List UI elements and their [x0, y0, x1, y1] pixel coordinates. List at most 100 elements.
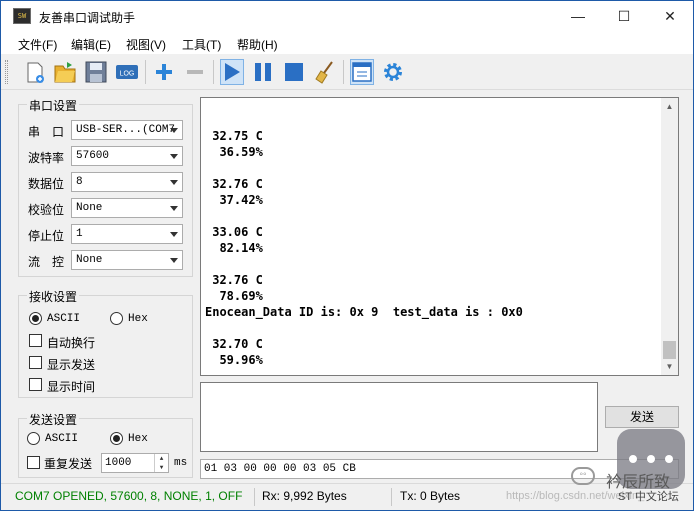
- port-label: 串 口: [28, 125, 65, 139]
- menu-help[interactable]: 帮助(H): [237, 36, 278, 53]
- scroll-down-icon[interactable]: ▼: [661, 358, 678, 375]
- show-time-label: 显示时间: [47, 380, 96, 394]
- pause-icon[interactable]: [251, 59, 275, 85]
- receive-line: 32.76 C: [205, 177, 263, 191]
- tx-counter: Tx: 0 Bytes: [400, 489, 461, 503]
- spin-up-icon[interactable]: ▲: [155, 454, 168, 463]
- baud-label: 波特率: [28, 151, 65, 165]
- receive-line: [205, 112, 660, 128]
- save-icon[interactable]: [84, 59, 108, 85]
- receive-settings-group: 接收设置: [18, 288, 193, 398]
- maximize-button[interactable]: ☐: [601, 1, 647, 32]
- receive-scrollbar[interactable]: ▲ ▼: [661, 98, 678, 375]
- chevron-down-icon: [170, 154, 178, 159]
- receive-line: 33.06 C: [205, 225, 263, 239]
- receive-textarea[interactable]: 32.75 C 36.59% 32.76 C 37.42% 33.06 C 82…: [200, 97, 679, 376]
- play-icon[interactable]: [220, 59, 244, 85]
- broom-icon[interactable]: [313, 59, 337, 85]
- receive-line: 32.76 C: [205, 273, 263, 287]
- recv-ascii-radio[interactable]: [29, 312, 42, 325]
- gear-icon[interactable]: [381, 59, 405, 85]
- receive-log: 32.75 C 36.59% 32.76 C 37.42% 33.06 C 82…: [205, 112, 660, 368]
- receive-line: 59.96%: [205, 353, 263, 367]
- port-status: COM7 OPENED, 57600, 8, NONE, 1, OFF: [15, 489, 243, 503]
- menu-view[interactable]: 视图(V): [126, 36, 166, 53]
- title-bar[interactable]: SW 友善串口调试助手 — ☐ ✕: [1, 1, 693, 32]
- serial-settings-title: 串口设置: [27, 97, 80, 114]
- stopbits-label: 停止位: [28, 229, 65, 243]
- send-textarea[interactable]: [200, 382, 598, 452]
- show-time-checkbox[interactable]: [29, 378, 42, 391]
- recv-hex-radio[interactable]: [110, 312, 123, 325]
- chevron-down-icon: [170, 180, 178, 185]
- receive-line: [205, 160, 660, 176]
- receive-line: 32.75 C: [205, 129, 263, 143]
- show-send-checkbox[interactable]: [29, 356, 42, 369]
- receive-line: 37.42%: [205, 193, 263, 207]
- toolbar-separator: [145, 60, 146, 84]
- log-icon[interactable]: LOG: [115, 59, 139, 85]
- rx-counter: Rx: 9,992 Bytes: [262, 489, 347, 503]
- parity-label: 校验位: [28, 203, 65, 217]
- status-divider: [254, 488, 255, 506]
- send-button[interactable]: 发送: [605, 406, 679, 428]
- receive-line: [205, 208, 660, 224]
- stopbits-select[interactable]: 1: [71, 224, 183, 244]
- toolbar: LOG: [1, 54, 693, 90]
- port-value: USB-SER...(COM7: [76, 124, 176, 136]
- parity-value: None: [76, 202, 103, 214]
- send-hex-label: Hex: [128, 433, 148, 445]
- repeat-interval-value: 1000: [105, 457, 132, 469]
- interval-spinner[interactable]: ▲ ▼: [154, 454, 168, 472]
- auto-wrap-checkbox[interactable]: [29, 334, 42, 347]
- receive-line: [205, 256, 660, 272]
- toolbar-grip[interactable]: [5, 60, 8, 84]
- receive-line: 82.14%: [205, 241, 263, 255]
- chevron-down-icon: [170, 206, 178, 211]
- chevron-down-icon: [170, 128, 178, 133]
- plus-icon[interactable]: [152, 59, 176, 85]
- menu-file[interactable]: 文件(F): [18, 36, 57, 53]
- menu-edit[interactable]: 编辑(E): [71, 36, 111, 53]
- receive-line: 36.59%: [205, 145, 263, 159]
- auto-wrap-label: 自动换行: [47, 336, 96, 350]
- new-file-icon[interactable]: [23, 59, 47, 85]
- repeat-send-label: 重复发送: [44, 457, 93, 471]
- window-icon[interactable]: [350, 59, 374, 85]
- repeat-send-checkbox[interactable]: [27, 456, 40, 469]
- show-send-label: 显示发送: [47, 358, 96, 372]
- spin-down-icon[interactable]: ▼: [155, 463, 168, 472]
- window-title: 友善串口调试助手: [39, 11, 136, 25]
- flow-select[interactable]: None: [71, 250, 183, 270]
- receive-line: Enocean_Data ID is: 0x 9 test_data is : …: [205, 305, 523, 319]
- baud-select[interactable]: 57600: [71, 146, 183, 166]
- flow-label: 流 控: [28, 255, 65, 269]
- send-hex-radio[interactable]: [110, 432, 123, 445]
- app-icon: SW: [13, 8, 31, 24]
- databits-label: 数据位: [28, 177, 65, 191]
- send-ascii-radio[interactable]: [27, 432, 40, 445]
- send-ascii-label: ASCII: [45, 433, 79, 445]
- minus-icon[interactable]: [183, 59, 207, 85]
- repeat-interval-input[interactable]: 1000 ▲ ▼: [101, 453, 169, 473]
- send-history-value: 01 03 00 00 00 03 05 CB: [204, 463, 356, 475]
- recv-hex-label: Hex: [128, 313, 148, 325]
- close-button[interactable]: ✕: [647, 1, 693, 32]
- interval-unit: ms: [174, 457, 188, 469]
- wechat-icon: ◦◦: [571, 467, 595, 485]
- databits-value: 8: [76, 176, 83, 188]
- menu-tools[interactable]: 工具(T): [182, 36, 221, 53]
- parity-select[interactable]: None: [71, 198, 183, 218]
- minimize-button[interactable]: —: [555, 1, 601, 32]
- stop-icon[interactable]: [282, 59, 306, 85]
- port-select[interactable]: USB-SER...(COM7: [71, 120, 183, 140]
- send-settings-title: 发送设置: [27, 411, 80, 428]
- menu-bar: 文件(F) 编辑(E) 视图(V) 工具(T) 帮助(H): [1, 32, 693, 54]
- toolbar-separator: [213, 60, 214, 84]
- scroll-thumb[interactable]: [663, 341, 676, 359]
- open-folder-icon[interactable]: [53, 59, 77, 85]
- main-window: SW 友善串口调试助手 — ☐ ✕ 文件(F) 编辑(E) 视图(V) 工具(T…: [0, 0, 694, 511]
- toolbar-separator: [343, 60, 344, 84]
- databits-select[interactable]: 8: [71, 172, 183, 192]
- scroll-up-icon[interactable]: ▲: [661, 98, 678, 115]
